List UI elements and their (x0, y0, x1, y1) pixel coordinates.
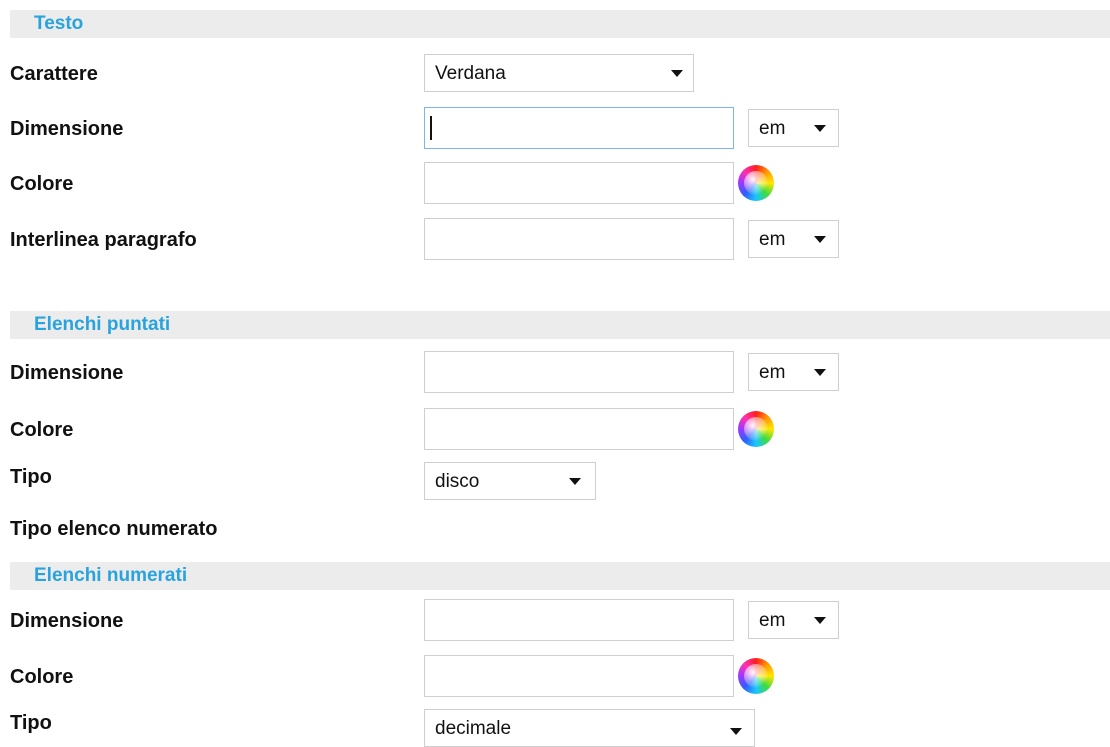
numbered-type-select[interactable]: decimale (424, 709, 755, 747)
label-dimensione-numerati: Dimensione (10, 610, 124, 632)
text-size-input[interactable] (424, 107, 734, 149)
chevron-down-icon (814, 236, 826, 243)
chevron-down-icon (814, 369, 826, 376)
color-wheel-icon[interactable] (738, 411, 774, 447)
font-select-value: Verdana (435, 63, 506, 84)
color-wheel-icon[interactable] (738, 165, 774, 201)
numbered-size-unit-select[interactable]: em (748, 601, 839, 639)
bullet-size-input[interactable] (424, 351, 734, 393)
bullet-size-unit-select[interactable]: em (748, 353, 839, 391)
section-header-elenchi-numerati: Elenchi numerati (10, 562, 1110, 590)
text-color-input[interactable] (424, 162, 734, 204)
line-height-input[interactable] (424, 218, 734, 260)
label-tipo-numerati: Tipo (10, 712, 52, 734)
numbered-type-value: decimale (435, 718, 512, 739)
label-colore-numerati: Colore (10, 666, 74, 688)
label-interlinea: Interlinea paragrafo (10, 229, 197, 251)
chevron-down-icon (569, 478, 581, 485)
text-size-unit-select[interactable]: em (748, 109, 839, 147)
numbered-color-input[interactable] (424, 655, 734, 697)
chevron-down-icon (671, 70, 683, 77)
bullet-type-select[interactable]: disco (424, 462, 596, 500)
text-caret (430, 116, 432, 140)
color-wheel-icon[interactable] (738, 658, 774, 694)
chevron-down-icon (730, 728, 742, 735)
line-height-unit-select[interactable]: em (748, 220, 839, 258)
font-select[interactable]: Verdana (424, 54, 694, 92)
section-header-testo: Testo (10, 10, 1110, 38)
chevron-down-icon (814, 125, 826, 132)
section-header-elenchi-puntati: Elenchi puntati (10, 311, 1110, 339)
label-carattere: Carattere (10, 63, 98, 85)
text-size-unit-value: em (759, 118, 786, 139)
chevron-down-icon (814, 617, 826, 624)
label-tipo-puntati: Tipo (10, 466, 52, 488)
label-dimensione-puntati: Dimensione (10, 362, 124, 384)
label-tipo-elenco-numerato: Tipo elenco numerato (10, 518, 218, 540)
label-dimensione-testo: Dimensione (10, 118, 124, 140)
bullet-size-unit-value: em (759, 362, 786, 383)
numbered-size-input[interactable] (424, 599, 734, 641)
bullet-color-input[interactable] (424, 408, 734, 450)
bullet-type-value: disco (435, 471, 480, 492)
line-height-unit-value: em (759, 229, 786, 250)
numbered-size-unit-value: em (759, 610, 786, 631)
label-colore-testo: Colore (10, 173, 74, 195)
label-colore-puntati: Colore (10, 419, 74, 441)
